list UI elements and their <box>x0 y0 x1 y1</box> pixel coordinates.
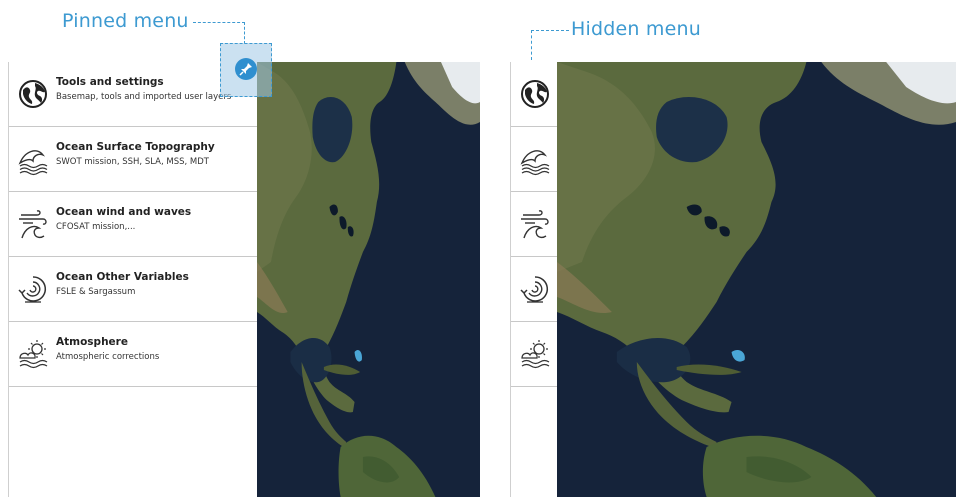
menu-item-ocean-other-variables[interactable]: Ocean Other Variables FSLE & Sargassum <box>9 257 257 322</box>
pinned-menu-panel: Tools and settings Basemap, tools and im… <box>8 62 257 497</box>
menu-item-subtitle: FSLE & Sargassum <box>56 287 136 297</box>
atmosphere-icon <box>519 336 551 372</box>
pinned-callout-line-v <box>244 22 245 44</box>
hidden-callout-line-v <box>531 30 532 60</box>
menu-item-atmosphere[interactable]: Atmosphere Atmospheric corrections <box>9 322 257 387</box>
ocean-surface-icon <box>519 141 551 177</box>
menu-item-subtitle: Atmospheric corrections <box>56 352 160 362</box>
satellite-map <box>257 62 480 497</box>
menu-item-title: Tools and settings <box>56 76 164 88</box>
menu-item-title: Ocean Surface Topography <box>56 141 215 153</box>
pin-icon <box>239 63 252 76</box>
hidden-menu-panel <box>510 62 557 497</box>
menu-item-ocean-wind-waves-collapsed[interactable] <box>511 192 557 257</box>
ocean-variables-icon <box>519 271 551 307</box>
menu-item-subtitle: Basemap, tools and imported user layers <box>56 92 232 102</box>
wind-waves-icon <box>17 206 49 242</box>
hidden-menu-caption: Hidden menu <box>571 18 701 40</box>
pinned-menu-caption: Pinned menu <box>62 10 189 32</box>
map-view-hidden[interactable] <box>557 62 956 497</box>
menu-item-ocean-other-variables-collapsed[interactable] <box>511 257 557 322</box>
menu-item-subtitle: CFOSAT mission,... <box>56 222 136 232</box>
globe-icon <box>17 76 49 112</box>
pin-button[interactable] <box>235 58 257 80</box>
ocean-variables-icon <box>17 271 49 307</box>
map-view-pinned[interactable] <box>257 62 480 497</box>
menu-item-atmosphere-collapsed[interactable] <box>511 322 557 387</box>
menu-item-title: Atmosphere <box>56 336 128 348</box>
menu-item-ocean-wind-waves[interactable]: Ocean wind and waves CFOSAT mission,... <box>9 192 257 257</box>
atmosphere-icon <box>17 336 49 372</box>
menu-item-ocean-surface-topography[interactable]: Ocean Surface Topography SWOT mission, S… <box>9 127 257 192</box>
pinned-callout-line-h <box>193 22 245 23</box>
menu-item-subtitle: SWOT mission, SSH, SLA, MSS, MDT <box>56 157 209 167</box>
ocean-surface-icon <box>17 141 49 177</box>
menu-item-title: Ocean Other Variables <box>56 271 189 283</box>
hidden-callout-line-h <box>531 30 569 31</box>
pin-button-highlight <box>220 43 272 97</box>
wind-waves-icon <box>519 206 551 242</box>
satellite-map <box>557 62 956 497</box>
menu-item-tools-settings-collapsed[interactable] <box>511 62 557 127</box>
menu-item-ocean-surface-topography-collapsed[interactable] <box>511 127 557 192</box>
menu-item-title: Ocean wind and waves <box>56 206 192 218</box>
globe-icon <box>519 76 551 112</box>
